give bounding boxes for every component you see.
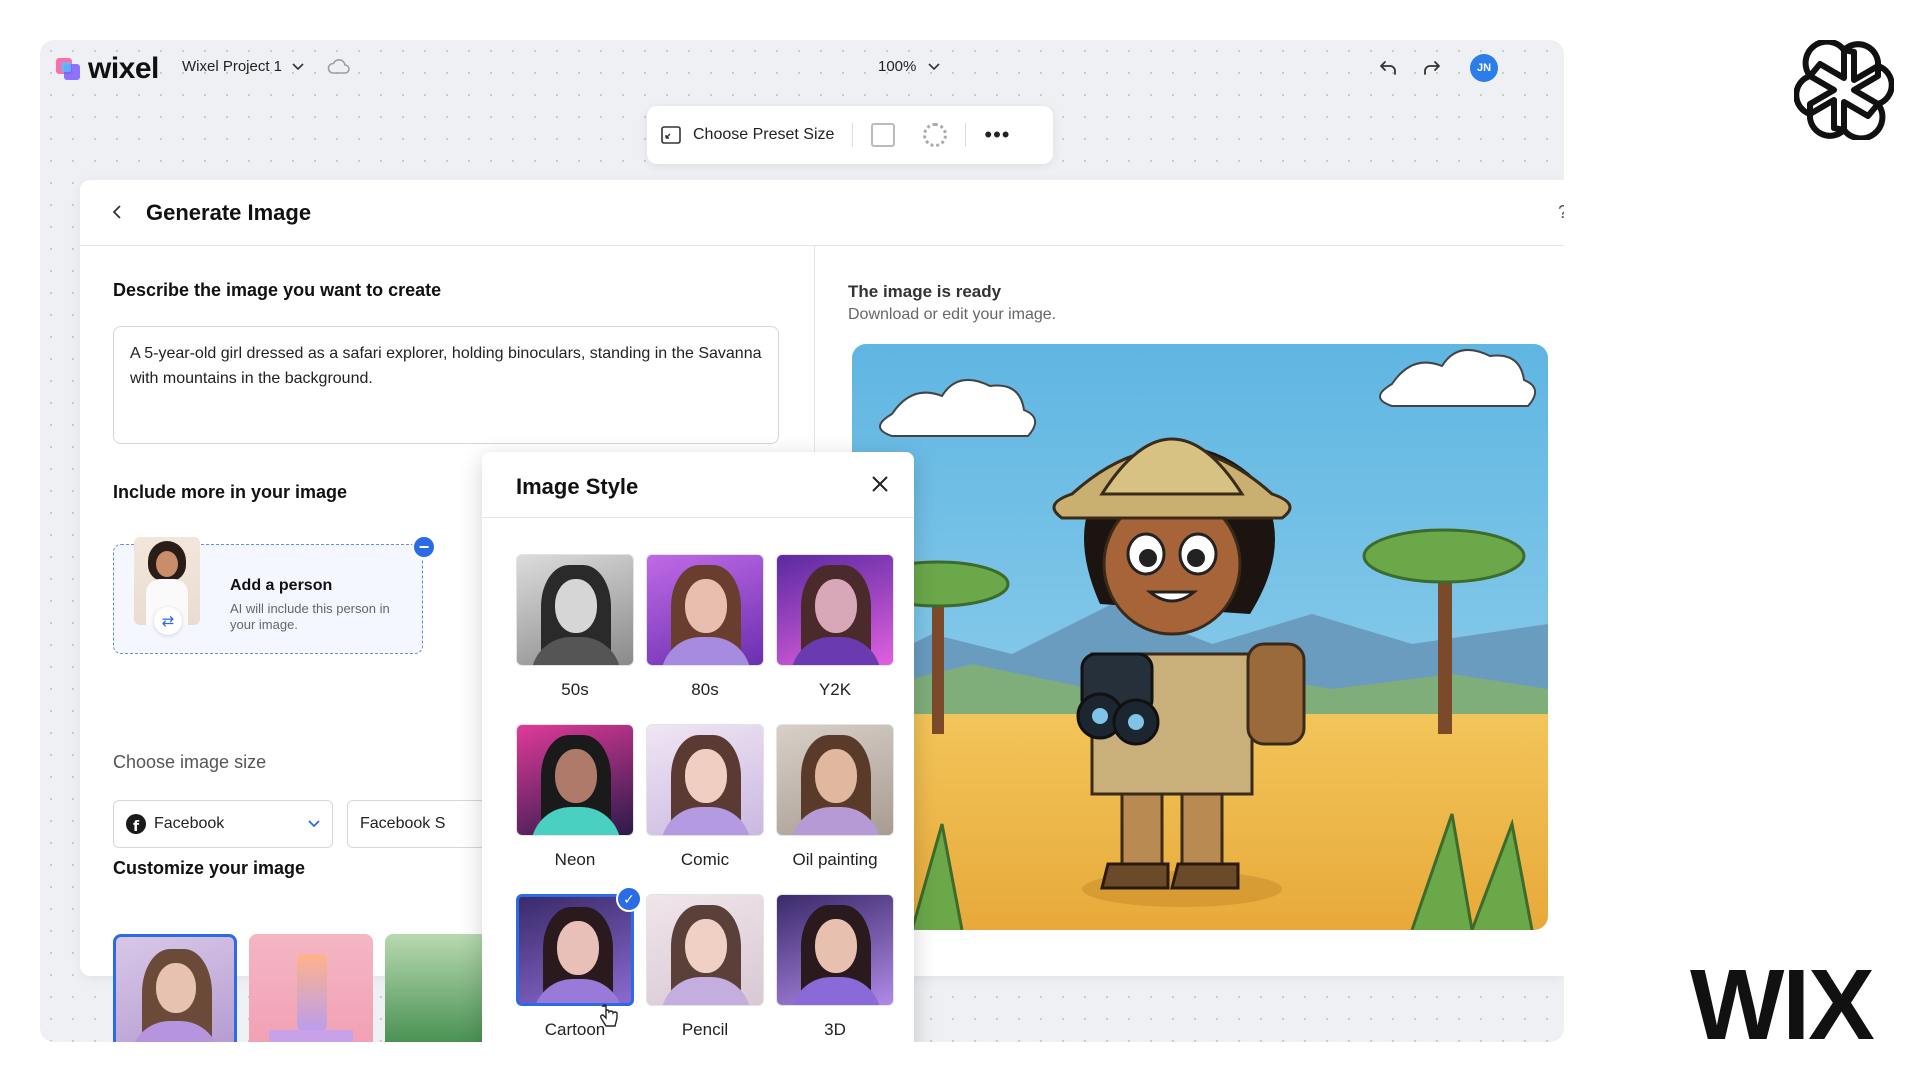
style-option-cartoon[interactable]: ✓ Cartoon — [516, 886, 642, 1040]
project-dropdown[interactable]: Wixel Project 1 — [182, 58, 304, 75]
canvas-toolbar: Choose Preset Size ••• — [647, 106, 1053, 164]
wixel-logo-icon — [56, 56, 82, 82]
user-avatar[interactable]: JN — [1470, 54, 1498, 82]
openai-logo-icon — [1794, 40, 1894, 140]
style-thumb-pencil — [646, 894, 764, 1006]
logo-text: wixel — [88, 52, 159, 85]
style-thumb-80s — [646, 554, 764, 666]
border-icon[interactable] — [871, 123, 896, 147]
style-label: 3D — [824, 1020, 846, 1039]
zoom-dropdown[interactable]: 100% — [878, 58, 940, 75]
style-label: Y2K — [818, 680, 852, 699]
style-option-comic[interactable]: Comic — [646, 724, 764, 870]
help-icon[interactable]: ? — [1558, 202, 1564, 223]
style-thumb-cartoon — [516, 894, 634, 1006]
platform-select[interactable]: f Facebook — [113, 800, 333, 848]
style-option-y2k[interactable]: Y2K — [776, 554, 894, 700]
wix-logo: WIX — [1690, 949, 1875, 1061]
remove-person-icon[interactable]: − — [412, 535, 436, 559]
generated-image[interactable] — [852, 344, 1548, 930]
platform-select-value: Facebook — [154, 815, 225, 832]
hand-cursor-icon — [600, 1004, 618, 1027]
style-option-neon[interactable]: Neon — [516, 724, 634, 870]
chevron-down-icon — [308, 820, 320, 828]
chevron-down-icon — [292, 62, 304, 70]
style-option-oil-painting[interactable]: Oil painting — [776, 724, 894, 870]
customize-label: Customize your image — [113, 858, 306, 878]
prompt-textarea[interactable]: A 5-year-old girl dressed as a safari ex… — [113, 326, 779, 444]
modal-title: Image Style — [516, 474, 639, 499]
image-style-modal: Image Style 50s 80s Y2K Neon Comic Oil p… — [482, 452, 914, 1042]
style-option-3d[interactable]: 3D — [776, 894, 894, 1040]
style-label: 80s — [691, 680, 719, 699]
style-option-pencil[interactable]: Pencil — [646, 894, 764, 1040]
top-bar: wixel Wixel Project 1 100% JN — [40, 40, 1564, 96]
toolbar-divider — [852, 123, 854, 147]
style-option-50s[interactable]: 50s — [516, 554, 634, 700]
facebook-icon: f — [126, 814, 146, 834]
style-thumb-y2k — [776, 554, 894, 666]
choose-preset-size-button[interactable]: Choose Preset Size — [661, 126, 834, 144]
safari-girl-illustration — [852, 344, 1548, 930]
add-person-description: AI will include this person in your imag… — [230, 601, 390, 632]
prompt-label: Describe the image you want to create — [113, 280, 442, 300]
chevron-down-icon — [928, 62, 940, 70]
add-person-card[interactable]: ⇄ Add a person AI will include this pers… — [113, 535, 436, 654]
selected-check-icon: ✓ — [616, 886, 642, 912]
swap-person-icon[interactable]: ⇄ — [154, 607, 182, 635]
style-thumb-3d — [776, 894, 894, 1006]
panel-title: Generate Image — [146, 200, 312, 225]
style-option-80s[interactable]: 80s — [646, 554, 764, 700]
app-window: wixel Wixel Project 1 100% JN Choose Pre… — [40, 40, 1564, 1042]
wixel-logo[interactable]: wixel — [56, 52, 159, 86]
style-label: Oil painting — [792, 850, 878, 869]
customize-thumb-product[interactable] — [249, 934, 373, 1042]
include-label: Include more in your image — [113, 482, 348, 502]
style-label: Comic — [680, 850, 730, 869]
result-title: The image is ready — [848, 282, 1002, 301]
modal-header: Image Style — [482, 452, 914, 518]
style-thumb-comic — [646, 724, 764, 836]
shape-outline-icon[interactable] — [923, 123, 948, 147]
back-arrow-icon[interactable] — [108, 202, 128, 222]
result-subtitle: Download or edit your image. — [848, 306, 1057, 323]
resize-icon — [661, 126, 681, 144]
cloud-saved-icon[interactable] — [326, 54, 352, 80]
project-name: Wixel Project 1 — [182, 58, 283, 75]
toolbar-divider — [965, 123, 967, 147]
format-select-value: Facebook S — [360, 815, 446, 832]
size-label: Choose image size — [113, 752, 267, 772]
style-label: Neon — [554, 850, 596, 869]
style-thumb-oil-painting — [776, 724, 894, 836]
more-options-icon[interactable]: ••• — [984, 124, 1010, 146]
zoom-level: 100% — [878, 58, 917, 75]
style-label: Pencil — [681, 1020, 729, 1039]
preset-label: Choose Preset Size — [693, 126, 835, 143]
style-thumb-neon — [516, 724, 634, 836]
panel-header: Generate Image ? — [80, 180, 1564, 246]
customize-thumb-portrait[interactable] — [113, 934, 237, 1042]
style-thumb-50s — [516, 554, 634, 666]
undo-icon[interactable] — [1376, 54, 1402, 80]
style-label: 50s — [561, 680, 589, 699]
close-icon[interactable] — [868, 472, 892, 496]
add-person-title: Add a person — [230, 577, 333, 594]
redo-icon[interactable] — [1418, 54, 1444, 80]
